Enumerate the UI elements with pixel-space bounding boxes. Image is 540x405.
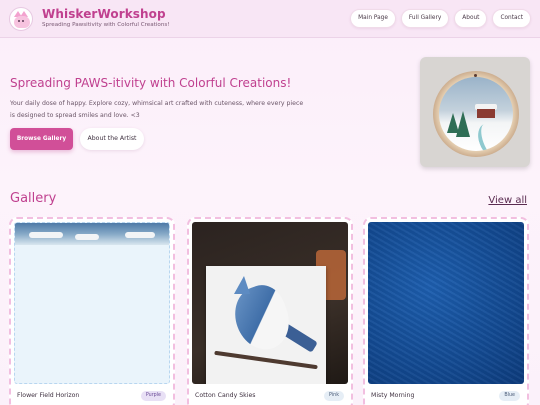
hero-title: Spreading PAWS-itivity with Colorful Cre… [10,76,292,90]
cloud [29,232,63,238]
artwork-title: Flower Field Horizon [17,392,80,399]
hero-artwork-image [420,57,530,167]
cabin [477,109,495,118]
artwork-thumbnail[interactable] [14,222,170,384]
nav-contact[interactable]: Contact [492,9,531,28]
nav-main-page[interactable]: Main Page [350,9,396,28]
color-tag-badge: Pink [324,391,344,401]
main-nav: Main Page Full Gallery About Contact [350,9,531,28]
blue-jay-crest [234,276,250,294]
nav-full-gallery[interactable]: Full Gallery [400,9,450,28]
cat-eye-left [18,20,20,22]
hero-description: Your daily dose of happy. Explore cozy, … [10,100,304,119]
winter-cabin-painting [439,77,513,151]
browse-gallery-button[interactable]: Browse Gallery [10,128,73,150]
artwork-title: Cotton Candy Skies [195,392,256,399]
cat-eye-right [22,20,24,22]
brand-tagline: Spreading Pawsitivity with Colorful Crea… [42,22,170,28]
cloud [125,232,155,238]
gallery-card-misty-morning[interactable]: Misty Morning Blue [363,217,529,405]
gallery-card-flower-field-horizon[interactable]: Flower Field Horizon Purple [9,217,175,405]
hanging-hook [474,74,477,77]
artwork-title: Misty Morning [371,392,415,399]
nav-about[interactable]: About [454,9,488,28]
cat-logo-icon[interactable] [9,7,33,31]
gallery-heading: Gallery [10,191,57,206]
artwork-thumbnail[interactable] [368,222,524,384]
blue-jay-canvas [206,266,326,384]
brand-title[interactable]: WhiskerWorkshop [42,7,166,21]
pine-tree [456,111,470,137]
color-tag-badge: Purple [140,391,166,401]
cat-face [14,16,30,28]
site-header: WhiskerWorkshop Spreading Pawsitivity wi… [0,0,540,38]
blue-texture [368,222,524,384]
color-tag-badge: Blue [499,391,520,401]
gallery-card-cotton-candy-skies[interactable]: Cotton Candy Skies Pink [187,217,353,405]
river [473,120,507,151]
artwork-thumbnail[interactable] [192,222,348,384]
view-all-link[interactable]: View all [488,195,527,206]
branch [214,350,318,370]
about-artist-button[interactable]: About the Artist [80,128,144,150]
cloud [75,234,99,240]
